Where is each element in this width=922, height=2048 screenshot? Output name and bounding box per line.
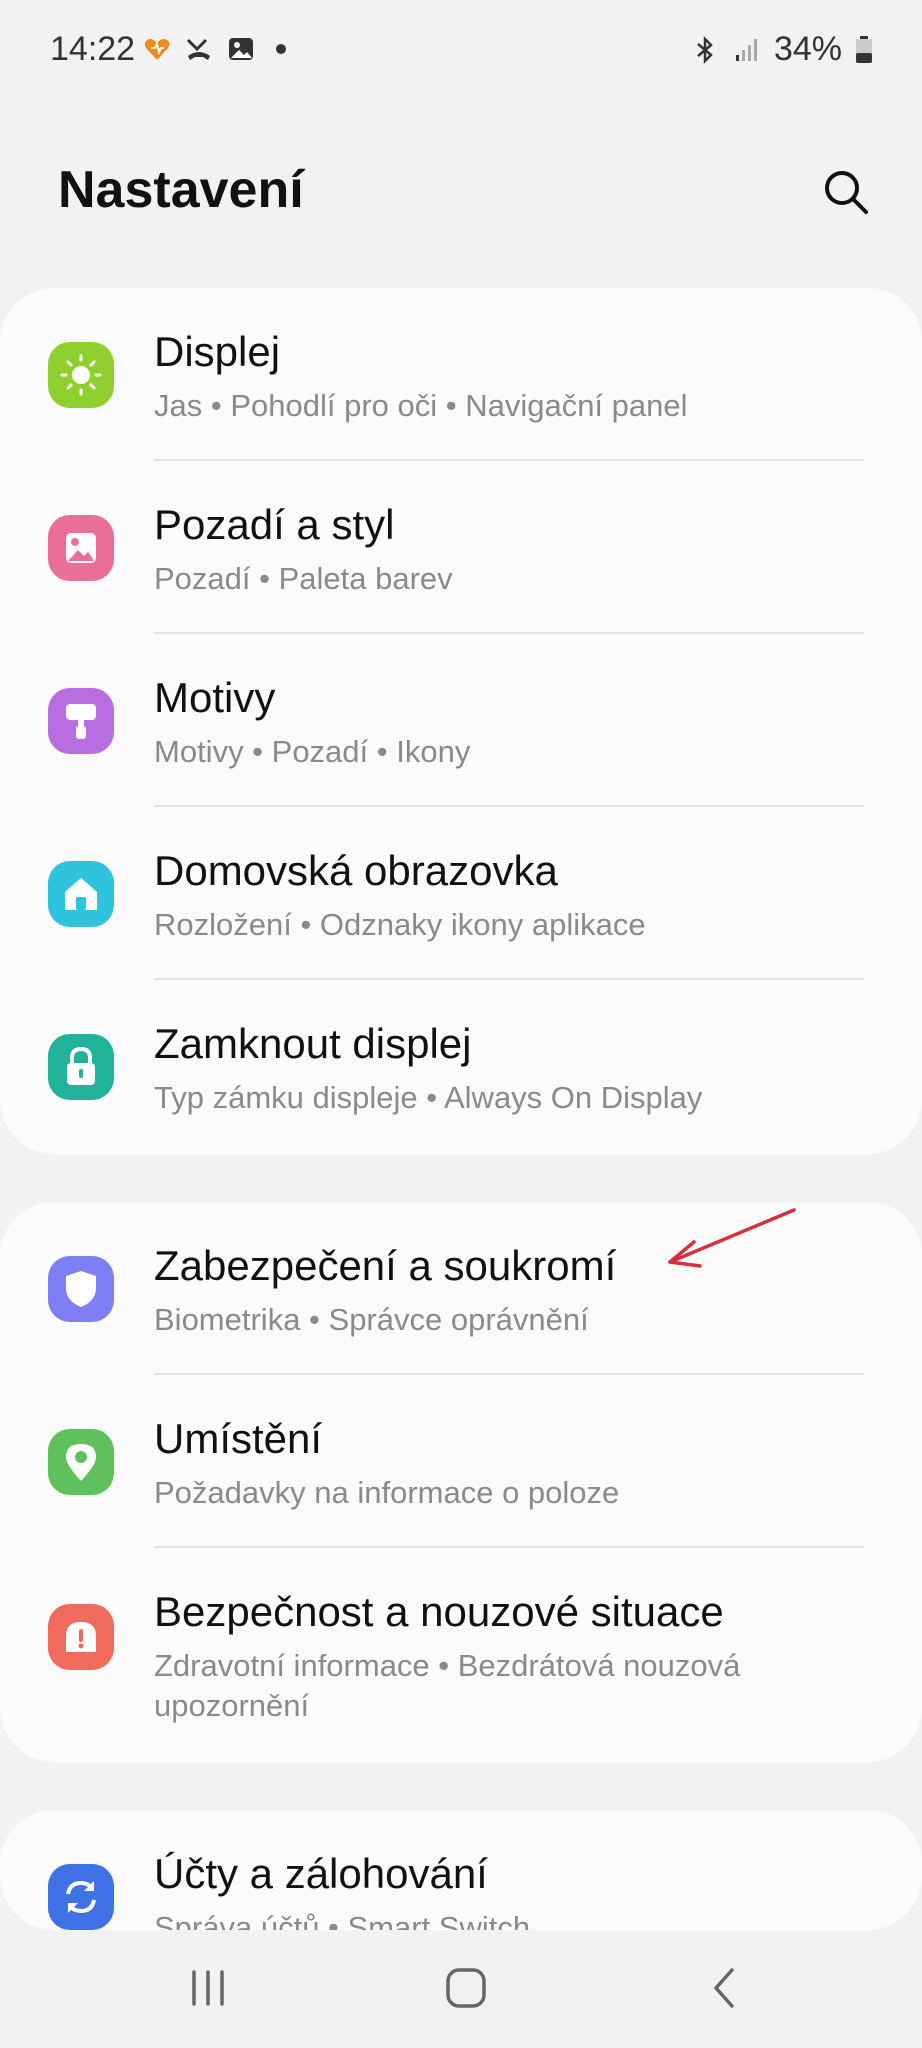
alert-icon <box>48 1604 114 1670</box>
recent-apps-button[interactable] <box>168 1958 248 2018</box>
settings-item-display[interactable]: Displej Jas • Pohodlí pro oči • Navigačn… <box>0 288 922 461</box>
item-subtitle: Požadavky na informace o poloze <box>154 1475 620 1510</box>
item-title: Bezpečnost a nouzové situace <box>154 1588 724 1635</box>
sun-icon <box>48 342 114 408</box>
item-subtitle: Jas • Pohodlí pro oči • Navigační panel <box>154 388 688 423</box>
item-subtitle: Motivy • Pozadí • Ikony <box>154 734 471 769</box>
settings-group-security: Zabezpečení a soukromí Biometrika • Sprá… <box>0 1202 922 1762</box>
heart-app-icon <box>144 39 170 60</box>
page-title: Nastavení <box>58 161 304 219</box>
notification-icons <box>142 34 286 64</box>
back-icon <box>714 1968 734 2008</box>
navigation-bar <box>0 1930 922 2048</box>
shield-icon <box>48 1256 114 1322</box>
settings-group-display: Displej Jas • Pohodlí pro oči • Navigačn… <box>0 288 922 1154</box>
item-title: Účty a zálohování <box>154 1850 488 1897</box>
item-title: Domovská obrazovka <box>154 847 558 894</box>
sync-icon <box>48 1864 114 1930</box>
brush-icon <box>48 688 114 754</box>
home-nav-icon <box>446 1968 486 2008</box>
item-title: Motivy <box>154 674 276 721</box>
image-icon <box>48 515 114 581</box>
settings-group-accounts: Účty a zálohování Správa účtů • Smart Sw… <box>0 1810 922 1930</box>
status-time: 14:22 <box>50 30 136 68</box>
bluetooth-icon <box>697 35 713 64</box>
home-button[interactable] <box>426 1958 506 2018</box>
settings-item-safety-emergency[interactable]: Bezpečnost a nouzové situace Zdravotní i… <box>0 1548 922 1762</box>
battery-icon <box>856 35 872 63</box>
back-button[interactable] <box>684 1958 764 2018</box>
battery-percent: 34% <box>773 30 842 68</box>
item-subtitle: Typ zámku displeje • Always On Display <box>154 1080 703 1115</box>
item-title: Pozadí a styl <box>154 501 395 548</box>
home-icon <box>48 861 114 927</box>
settings-item-location[interactable]: Umístění Požadavky na informace o poloze <box>0 1375 922 1548</box>
item-subtitle: Rozložení • Odznaky ikony aplikace <box>154 907 646 942</box>
lock-icon <box>48 1034 114 1100</box>
more-notifications-dot <box>276 44 286 54</box>
location-pin-icon <box>48 1429 114 1495</box>
search-button[interactable] <box>816 162 876 222</box>
recent-apps-icon <box>192 1970 224 2006</box>
item-title: Zamknout displej <box>154 1020 472 1067</box>
item-subtitle: Zdravotní informace • Bezdrátová nouzová… <box>154 1648 741 1723</box>
status-bar: 14:22 34% <box>0 0 922 104</box>
settings-item-accounts-backup[interactable]: Účty a zálohování Správa účtů • Smart Sw… <box>0 1810 922 1930</box>
item-title: Umístění <box>154 1415 323 1462</box>
page-header: Nastavení <box>0 150 922 250</box>
settings-item-themes[interactable]: Motivy Motivy • Pozadí • Ikony <box>0 634 922 807</box>
item-title: Displej <box>154 328 281 375</box>
item-title: Zabezpečení a soukromí <box>154 1242 617 1289</box>
item-subtitle: Správa účtů • Smart Switch <box>154 1910 531 1930</box>
system-icons: 34% <box>690 30 874 69</box>
gallery-icon <box>229 38 253 60</box>
settings-item-wallpaper-style[interactable]: Pozadí a styl Pozadí • Paleta barev <box>0 461 922 634</box>
settings-item-lock-screen[interactable]: Zamknout displej Typ zámku displeje • Al… <box>0 980 922 1153</box>
item-subtitle: Biometrika • Správce oprávnění <box>154 1302 589 1337</box>
search-icon <box>825 171 868 214</box>
item-subtitle: Pozadí • Paleta barev <box>154 561 453 596</box>
annotation-arrow <box>668 1208 796 1268</box>
signal-icon <box>735 38 757 61</box>
settings-item-home-screen[interactable]: Domovská obrazovka Rozložení • Odznaky i… <box>0 807 922 980</box>
missed-call-icon <box>186 38 210 60</box>
